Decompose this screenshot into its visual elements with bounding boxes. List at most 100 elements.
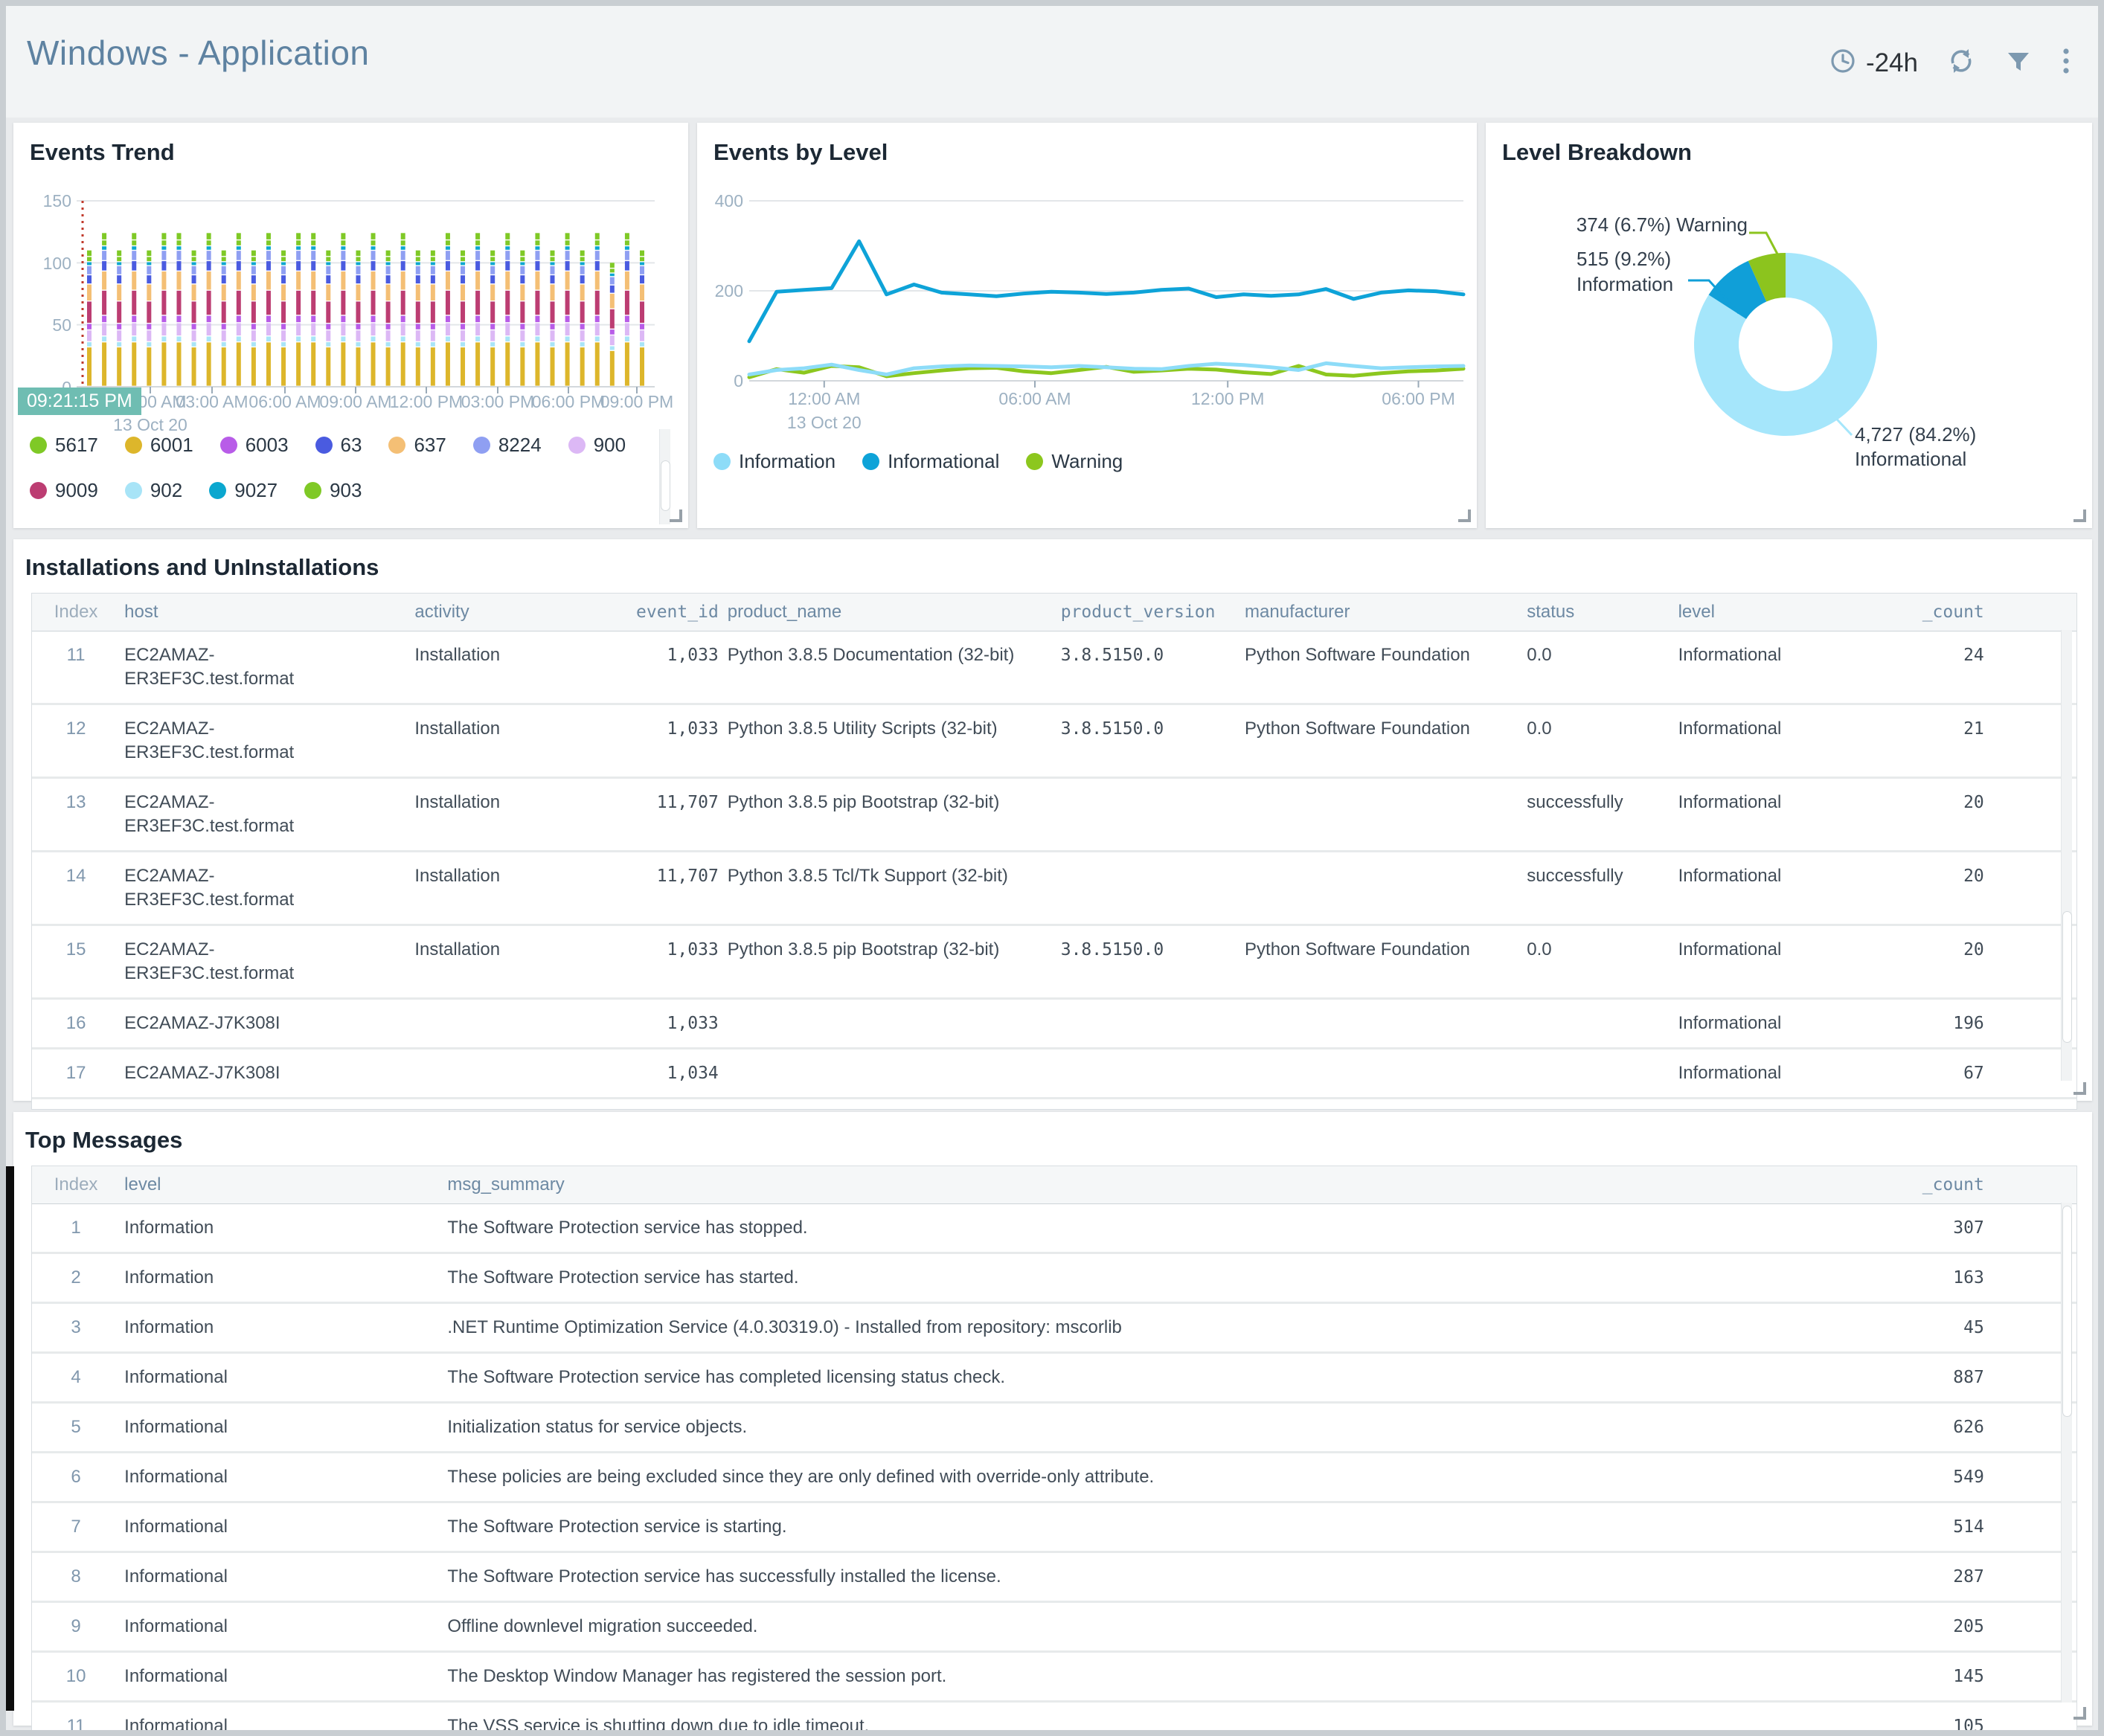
cell-status: 0.0	[1522, 704, 1673, 778]
cell-event_id: 11,707	[582, 778, 723, 852]
events-by-level-chart[interactable]	[697, 193, 1471, 402]
legend-label: 6003	[246, 434, 289, 457]
cell-level: Informational	[120, 1502, 443, 1552]
column-header-host[interactable]: host	[120, 594, 410, 631]
cell-Index: 2	[32, 1253, 120, 1303]
table-row[interactable]: 7InformationalThe Software Protection se…	[32, 1502, 2076, 1552]
legend-label: 5617	[55, 434, 98, 457]
table-row[interactable]: 8InformationalThe Software Protection se…	[32, 1552, 2076, 1602]
legend-item-900[interactable]: 900	[568, 434, 626, 457]
legend-scrollbar-thumb[interactable]	[661, 460, 670, 511]
filter-icon[interactable]	[2004, 47, 2033, 79]
host-value: EC2AMAZ-ER3EF3C.test.format	[124, 938, 329, 986]
legend-item-9009[interactable]: 9009	[30, 479, 98, 502]
resize-handle-icon[interactable]	[2073, 1707, 2086, 1720]
cell-level: Informational	[120, 1652, 443, 1702]
events-trend-chart[interactable]	[13, 190, 668, 405]
cell-_count: 67	[1861, 1049, 1988, 1099]
cell-level: Information	[120, 1253, 443, 1303]
table-row[interactable]: 6InformationalThese policies are being e…	[32, 1453, 2076, 1502]
column-header-status[interactable]: status	[1522, 594, 1673, 631]
table-row[interactable]: 3Information.NET Runtime Optimization Se…	[32, 1303, 2076, 1353]
top-messages-table-wrap: Indexlevelmsg_summary_count1InformationT…	[31, 1166, 2077, 1736]
x-tick-label: 12:00 AM	[765, 389, 884, 409]
legend-item-63[interactable]: 63	[315, 434, 362, 457]
column-header-Index[interactable]: Index	[32, 1166, 120, 1204]
cell-activity: Installation	[410, 852, 582, 925]
table-row[interactable]: 2InformationThe Software Protection serv…	[32, 1253, 2076, 1303]
table-row[interactable]: 9InformationalOffline downlevel migratio…	[32, 1602, 2076, 1652]
cell-level: Informational	[120, 1353, 443, 1403]
column-header-product_name[interactable]: product_name	[723, 594, 1056, 631]
refresh-icon[interactable]	[1946, 46, 1976, 80]
cell-msg_summary: The Software Protection service has stop…	[443, 1204, 1841, 1253]
table-row[interactable]: 10InformationalThe Desktop Window Manage…	[32, 1652, 2076, 1702]
spacer	[1989, 594, 2076, 631]
legend-item-5617[interactable]: 5617	[30, 434, 98, 457]
column-header-_count[interactable]: _count	[1861, 594, 1988, 631]
legend-item-Warning[interactable]: Warning	[1026, 450, 1123, 473]
table-row[interactable]: 4InformationalThe Software Protection se…	[32, 1353, 2076, 1403]
installations-scrollbar[interactable]	[2061, 630, 2072, 1081]
legend-item-Information[interactable]: Information	[713, 450, 835, 473]
column-header-Index[interactable]: Index	[32, 594, 120, 631]
kebab-menu-icon[interactable]	[2061, 46, 2071, 80]
header-controls: -24h	[1829, 46, 2071, 80]
resize-handle-icon[interactable]	[2073, 509, 2086, 522]
legend-item-637[interactable]: 637	[388, 434, 446, 457]
table-row[interactable]: 16EC2AMAZ-J7K308I1,033Informational196	[32, 999, 2076, 1049]
table-row[interactable]: 11InformationalThe VSS service is shutti…	[32, 1702, 2076, 1736]
time-range-control[interactable]: -24h	[1829, 47, 1918, 79]
cell-Index: 17	[32, 1049, 120, 1099]
cell-Index: 1	[32, 1204, 120, 1253]
cell-msg_summary: The Software Protection service has succ…	[443, 1552, 1841, 1602]
column-header-_count[interactable]: _count	[1841, 1166, 1989, 1204]
cell-_count: 514	[1841, 1502, 1989, 1552]
resize-handle-icon[interactable]	[670, 509, 682, 522]
column-header-activity[interactable]: activity	[410, 594, 582, 631]
column-header-event_id[interactable]: event_id	[582, 594, 723, 631]
x-tick-label: 12:00 PM	[1168, 389, 1287, 409]
cell-Index: 13	[32, 778, 120, 852]
legend-item-9027[interactable]: 9027	[209, 479, 278, 502]
top-messages-scrollbar-thumb[interactable]	[2062, 1206, 2072, 1417]
legend-item-6001[interactable]: 6001	[125, 434, 193, 457]
table-row[interactable]: 13EC2AMAZ-ER3EF3C.test.formatInstallatio…	[32, 778, 2076, 852]
table-row[interactable]: 12EC2AMAZ-ER3EF3C.test.formatInstallatio…	[32, 704, 2076, 778]
column-header-level[interactable]: level	[1674, 594, 1862, 631]
resize-handle-icon[interactable]	[1458, 509, 1471, 522]
legend-scrollbar[interactable]	[659, 429, 670, 524]
legend-swatch	[125, 437, 142, 454]
table-row[interactable]: 11EC2AMAZ-ER3EF3C.test.formatInstallatio…	[32, 631, 2076, 704]
legend-item-8224[interactable]: 8224	[473, 434, 542, 457]
cell-product_name: Python 3.8.5 pip Bootstrap (32-bit)	[723, 778, 1056, 852]
legend-item-6003[interactable]: 6003	[220, 434, 289, 457]
top-messages-scrollbar[interactable]	[2061, 1203, 2072, 1703]
legend-swatch	[315, 437, 333, 454]
table-row[interactable]: 1InformationThe Software Protection serv…	[32, 1204, 2076, 1253]
table-row[interactable]: 14EC2AMAZ-ER3EF3C.test.formatInstallatio…	[32, 852, 2076, 925]
cell-_count: 20	[1861, 852, 1988, 925]
installations-scrollbar-thumb[interactable]	[2062, 911, 2072, 1043]
column-header-manufacturer[interactable]: manufacturer	[1240, 594, 1522, 631]
legend-item-902[interactable]: 902	[125, 479, 182, 502]
cell-event_id: 1,033	[582, 704, 723, 778]
cell-product_version	[1056, 852, 1240, 925]
table-row[interactable]: 5InformationalInitialization status for …	[32, 1403, 2076, 1453]
cell-_count: 205	[1841, 1602, 1989, 1652]
cell-product_version	[1056, 778, 1240, 852]
legend-swatch	[473, 437, 490, 454]
column-header-product_version[interactable]: product_version	[1056, 594, 1240, 631]
column-header-level[interactable]: level	[120, 1166, 443, 1204]
events-by-level-title: Events by Level	[713, 139, 888, 166]
resize-handle-icon[interactable]	[2073, 1082, 2086, 1095]
table-row[interactable]: 15EC2AMAZ-ER3EF3C.test.formatInstallatio…	[32, 925, 2076, 999]
table-header-row: Indexhostactivityevent_idproduct_namepro…	[32, 594, 2076, 631]
table-row[interactable]: 17EC2AMAZ-J7K308I1,034Informational67	[32, 1049, 2076, 1099]
column-header-msg_summary[interactable]: msg_summary	[443, 1166, 1841, 1204]
legend-item-903[interactable]: 903	[304, 479, 362, 502]
cell-level: Informational	[1674, 1049, 1862, 1099]
legend-item-Informational[interactable]: Informational	[862, 450, 999, 473]
dashboard-page: Windows - Application -24h	[0, 0, 2104, 1736]
cell-product_version	[1056, 999, 1240, 1049]
